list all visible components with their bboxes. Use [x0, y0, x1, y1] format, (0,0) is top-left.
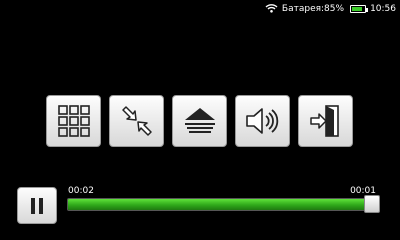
wifi-icon	[265, 3, 278, 16]
seek-thumb[interactable]	[364, 195, 380, 213]
seek-bar[interactable]	[67, 198, 380, 211]
pause-button[interactable]	[17, 187, 57, 224]
clock: 10:56	[370, 4, 396, 14]
exit-door-icon	[309, 105, 339, 137]
shrink-arrows-icon	[121, 106, 152, 136]
status-bar: Батарея:85% 10:56	[265, 0, 400, 18]
eject-button[interactable]	[172, 95, 227, 147]
pause-icon	[31, 197, 43, 214]
grid-icon	[57, 105, 90, 137]
battery-icon	[350, 5, 369, 13]
elapsed-time: 00:02	[68, 186, 94, 196]
battery-label: Батарея:85%	[281, 4, 345, 14]
exit-fullscreen-button[interactable]	[109, 95, 164, 147]
grid-menu-button[interactable]	[46, 95, 101, 147]
speaker-icon	[245, 108, 278, 134]
volume-button[interactable]	[235, 95, 290, 147]
eject-icon	[184, 108, 215, 133]
control-panel	[46, 95, 353, 147]
battery-level-fill	[352, 7, 363, 11]
exit-button[interactable]	[298, 95, 353, 147]
seek-bar-progress	[68, 199, 373, 210]
